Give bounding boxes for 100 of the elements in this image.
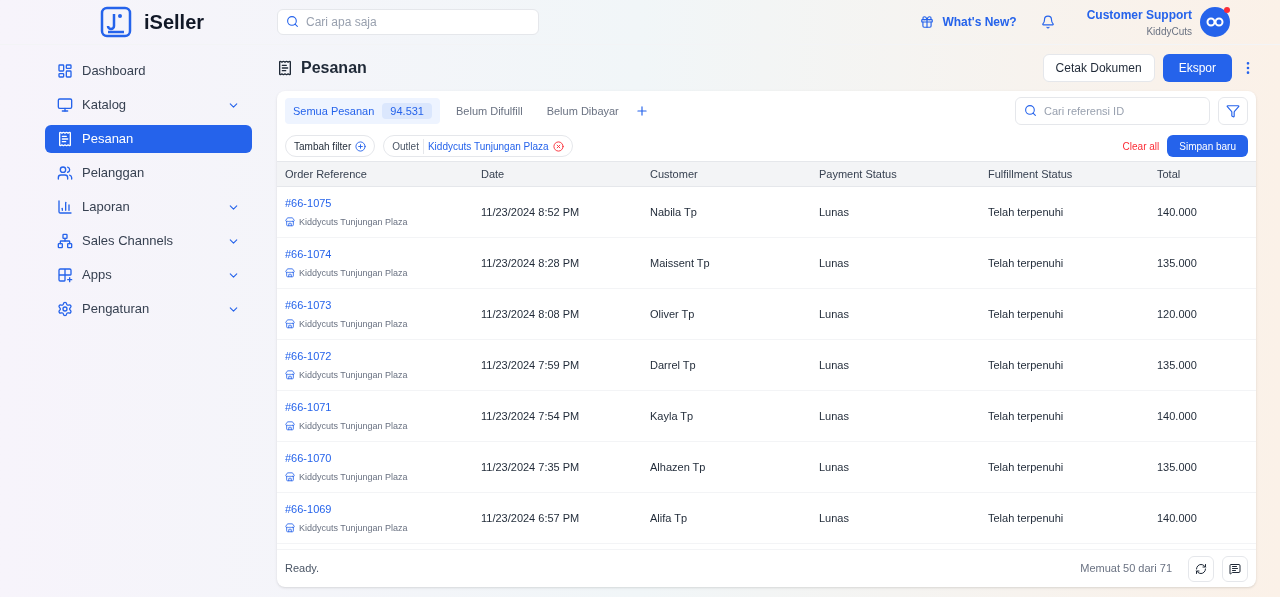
page-title: Pesanan — [301, 58, 368, 78]
table-cell-text: 120.000 — [1157, 306, 1198, 322]
dashboard-icon — [57, 63, 73, 79]
search-icon — [286, 15, 299, 28]
table-cell-text: 135.000 — [1157, 357, 1198, 373]
tab[interactable]: Semua Pesanan 94.531 — [285, 98, 440, 124]
table-cell-text: 11/23/2024 7:35 PM — [481, 459, 581, 475]
save-filter-button[interactable]: Simpan baru — [1167, 135, 1248, 157]
store-icon — [285, 268, 295, 279]
clear-all-link[interactable]: Clear all — [1122, 138, 1160, 154]
table-cell-text: Alifa Tp — [650, 510, 689, 526]
store-icon — [285, 421, 295, 432]
table-cell-text: Telah terpenuhi — [988, 357, 1065, 373]
table-cell-text: 11/23/2024 8:08 PM — [481, 306, 581, 322]
message-button[interactable] — [1222, 555, 1248, 582]
receipt-icon — [277, 60, 293, 76]
table-cell-text: Lunas — [819, 306, 850, 322]
outlet-label: Kiddycuts Tunjungan Plaza — [299, 419, 408, 433]
search-icon — [1024, 104, 1037, 117]
order-link[interactable]: #66-1069 — [285, 501, 332, 518]
column-header: Customer — [650, 166, 699, 182]
store-name: KiddyCuts — [1146, 24, 1192, 39]
outlet-label: Kiddycuts Tunjungan Plaza — [299, 521, 408, 535]
table-cell-text: Telah terpenuhi — [988, 510, 1065, 526]
table-cell-text: 11/23/2024 8:52 PM — [481, 204, 581, 220]
sidebar-item[interactable]: Katalog — [45, 91, 252, 119]
bell-icon[interactable] — [1040, 15, 1055, 29]
sidebar-item[interactable]: Apps — [45, 261, 252, 289]
table-cell-text: Maissent Tp — [650, 255, 711, 271]
table-cell-text: Lunas — [819, 510, 850, 526]
settings-icon — [57, 301, 73, 317]
table-cell-text: Nabila Tp — [650, 204, 698, 220]
outlet-label: Kiddycuts Tunjungan Plaza — [299, 266, 408, 280]
sidebar-item[interactable]: Dashboard — [45, 57, 252, 85]
table-cell-text: 140.000 — [1157, 408, 1198, 424]
order-link[interactable]: #66-1070 — [285, 450, 332, 467]
order-link[interactable]: #66-1073 — [285, 297, 332, 314]
store-icon — [285, 217, 295, 228]
column-header: Fulfillment Status — [988, 166, 1074, 182]
outlet-label: Kiddycuts Tunjungan Plaza — [299, 317, 408, 331]
filter-button[interactable] — [1218, 97, 1248, 125]
brand-name: iSeller — [144, 10, 205, 35]
add-tab-icon[interactable] — [634, 104, 649, 118]
sidebar-item[interactable]: Laporan — [45, 193, 252, 221]
logo-icon — [100, 6, 132, 38]
users-icon — [57, 165, 73, 181]
table-cell-text: Lunas — [819, 408, 850, 424]
store-icon — [285, 319, 295, 330]
outlet-label: Kiddycuts Tunjungan Plaza — [299, 215, 408, 229]
status-text: Ready. — [285, 561, 321, 577]
sidebar-item[interactable]: Pengaturan — [45, 295, 252, 323]
export-button[interactable]: Ekspor — [1162, 54, 1232, 82]
table-cell-text: Lunas — [819, 357, 850, 373]
search-field[interactable]: Cari apa saja — [277, 9, 539, 35]
apps-icon — [57, 267, 73, 283]
table-cell-text: Lunas — [819, 459, 850, 475]
table-cell-text: 11/23/2024 8:28 PM — [481, 255, 581, 271]
refresh-button[interactable] — [1188, 555, 1214, 582]
table-cell-text: Oliver Tp — [650, 306, 696, 322]
sidebar-item[interactable]: Pesanan — [45, 125, 252, 153]
order-link[interactable]: #66-1075 — [285, 195, 332, 212]
chart-icon — [57, 199, 73, 215]
table-cell-text: 135.000 — [1157, 459, 1198, 475]
table-cell-text: Telah terpenuhi — [988, 408, 1065, 424]
store-icon — [285, 472, 295, 483]
column-header: Total — [1157, 166, 1182, 182]
table-cell-text: 11/23/2024 7:54 PM — [481, 408, 581, 424]
column-header: Payment Status — [819, 166, 898, 182]
store-icon — [285, 523, 295, 534]
outlet-label: Kiddycuts Tunjungan Plaza — [299, 470, 408, 484]
order-link[interactable]: #66-1072 — [285, 348, 332, 365]
column-header: Date — [481, 166, 506, 182]
table-cell-text: Telah terpenuhi — [988, 204, 1065, 220]
order-link[interactable]: #66-1074 — [285, 246, 332, 263]
reference-search-field[interactable]: Cari referensi ID — [1015, 97, 1210, 125]
table-cell-text: Darrel Tp — [650, 357, 697, 373]
refresh-icon — [1195, 562, 1207, 575]
sidebar-item[interactable]: Pelanggan — [45, 159, 252, 187]
table-cell-text: 140.000 — [1157, 204, 1198, 220]
chip-value: Kiddycuts Tunjungan Plaza — [427, 139, 549, 154]
whats-new-link[interactable]: What's New? — [942, 13, 1017, 31]
order-link[interactable]: #66-1071 — [285, 399, 332, 416]
remove-icon[interactable] — [552, 140, 564, 152]
tab[interactable]: Belum Difulfill — [448, 98, 531, 124]
chip-label: Outlet — [392, 138, 424, 154]
sidebar-item[interactable]: Sales Channels — [45, 227, 252, 255]
column-header: Order Reference — [285, 166, 368, 182]
table-cell-text: Alhazen Tp — [650, 459, 707, 475]
avatar[interactable] — [1200, 7, 1230, 37]
table-cell-text: 140.000 — [1157, 510, 1198, 526]
filter-icon — [1226, 104, 1240, 118]
table-cell-text: 11/23/2024 6:57 PM — [481, 510, 581, 526]
store-icon — [285, 370, 295, 381]
gift-icon — [920, 15, 935, 29]
plus-circle-icon — [355, 140, 367, 152]
tab[interactable]: Belum Dibayar — [538, 98, 627, 124]
table-cell-text: Kayla Tp — [650, 408, 695, 424]
table-cell-text: Lunas — [819, 204, 850, 220]
print-button[interactable]: Cetak Dokumen — [1042, 54, 1155, 82]
table-cell-text: Telah terpenuhi — [988, 255, 1065, 271]
